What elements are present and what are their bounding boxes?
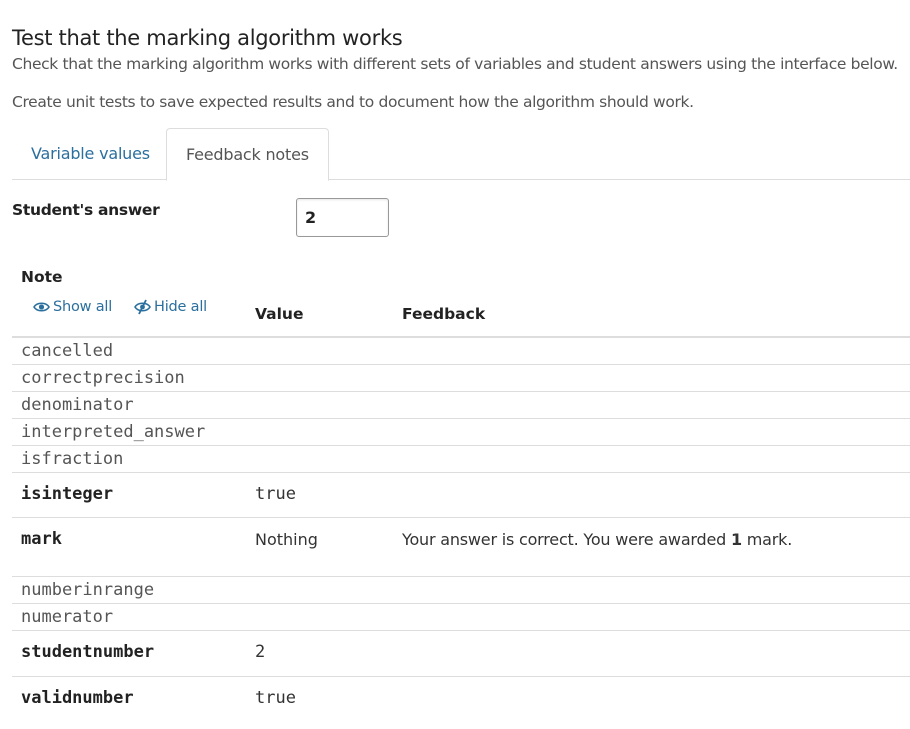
note-value: 2	[255, 642, 266, 662]
note-value: true	[255, 688, 296, 708]
page-title: Test that the marking algorithm works	[12, 26, 403, 51]
note-value: true	[255, 484, 296, 504]
note-name: cancelled	[21, 341, 114, 361]
table-row: cancelled	[12, 338, 910, 365]
table-row: interpreted_answer	[12, 419, 910, 446]
column-header-feedback: Feedback	[402, 305, 486, 323]
note-name: isinteger	[21, 484, 114, 504]
note-name: isfraction	[21, 449, 124, 469]
feedback-text: Your answer is correct. You were awarded	[402, 530, 731, 549]
note-name: numberinrange	[21, 580, 155, 600]
tab-bar: Variable values Feedback notes	[12, 128, 910, 181]
feedback-text-end: mark.	[741, 530, 793, 549]
table-row: mark Nothing Your answer is correct. You…	[12, 518, 910, 577]
table-row: isinteger true	[12, 473, 910, 518]
table-row: correctprecision	[12, 365, 910, 392]
note-name: correctprecision	[21, 368, 185, 388]
show-all-label: Show all	[53, 299, 113, 315]
page-description: Check that the marking algorithm works w…	[12, 55, 898, 73]
note-name: mark	[21, 529, 62, 549]
show-all-button[interactable]: Show all	[33, 299, 112, 315]
page-instructions: Create unit tests to save expected resul…	[12, 93, 694, 111]
table-row: studentnumber 2	[12, 631, 910, 677]
note-name: interpreted_answer	[21, 422, 206, 442]
column-header-note: Note	[21, 268, 63, 286]
note-value: Nothing	[255, 530, 318, 549]
note-name: studentnumber	[21, 642, 155, 662]
hide-all-label: Hide all	[154, 299, 208, 315]
eye-slash-icon	[134, 299, 151, 315]
note-name: validnumber	[21, 688, 134, 708]
note-name: denominator	[21, 395, 134, 415]
hide-all-button[interactable]: Hide all	[134, 299, 207, 315]
eye-icon	[33, 300, 50, 314]
table-row: validnumber true	[12, 677, 910, 723]
table-row: denominator	[12, 392, 910, 419]
tab-variable-values[interactable]: Variable values	[12, 128, 169, 180]
student-answer-input[interactable]	[296, 198, 389, 237]
table-row: numerator	[12, 604, 910, 631]
feedback-mark-count: 1	[730, 530, 742, 549]
column-header-value: Value	[255, 305, 304, 323]
tab-feedback-notes[interactable]: Feedback notes	[166, 128, 329, 181]
table-row: isfraction	[12, 446, 910, 473]
table-row: numberinrange	[12, 577, 910, 604]
student-answer-label: Student's answer	[12, 201, 160, 219]
note-name: numerator	[21, 607, 114, 627]
note-feedback: Your answer is correct. You were awarded…	[402, 530, 792, 549]
